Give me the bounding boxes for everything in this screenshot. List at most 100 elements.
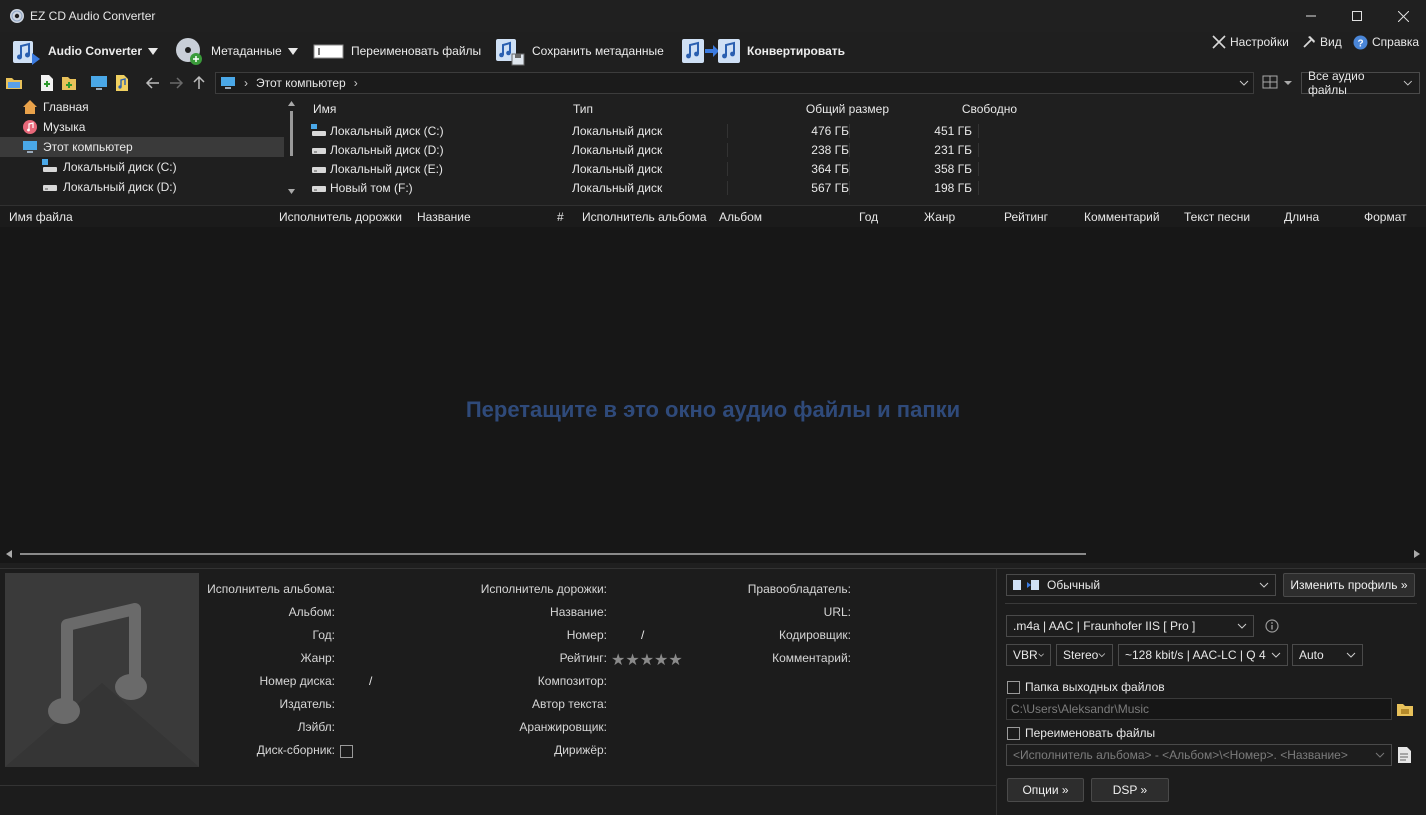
column-free[interactable]: Свободно xyxy=(889,102,1017,116)
sample-rate-select[interactable]: Auto xyxy=(1292,644,1363,666)
drive-icon xyxy=(312,185,326,192)
drive-row[interactable]: Локальный диск (E:) Локальный диск 364 Г… xyxy=(304,159,1426,178)
rename-files-checkbox[interactable] xyxy=(1007,726,1020,740)
rename-files-button[interactable]: Переименовать файлы xyxy=(313,32,481,70)
view-label: Вид xyxy=(1320,35,1342,49)
tree-item-home[interactable]: Главная xyxy=(0,97,300,117)
horizontal-scrollbar[interactable] xyxy=(6,549,1420,559)
rename-files-option[interactable]: Переименовать файлы xyxy=(1007,726,1155,740)
publisher-label: Издатель: xyxy=(279,697,336,711)
edit-pattern-icon[interactable] xyxy=(1397,746,1413,764)
channels-value: Stereo xyxy=(1063,648,1099,662)
dsp-button[interactable]: DSP » xyxy=(1091,778,1169,802)
app-cd-icon xyxy=(9,8,25,24)
output-folder-checkbox[interactable] xyxy=(1007,680,1020,694)
change-profile-button[interactable]: Изменить профиль » xyxy=(1283,573,1415,597)
breadcrumb-this-pc[interactable]: Этот компьютер xyxy=(256,76,346,90)
metadata-labels-col3: Правообладатель: URL: Кодировщик: Коммен… xyxy=(730,582,851,674)
compilation-checkbox[interactable] xyxy=(340,745,353,758)
chevron-down-icon xyxy=(1038,653,1044,657)
tree-item-music[interactable]: Музыка xyxy=(0,117,300,137)
view-mode-dropdown-icon[interactable] xyxy=(1284,79,1292,87)
codec-value: .m4a | AAC | Fraunhofer IIS [ Pro ] xyxy=(1013,619,1196,633)
compilation-label: Диск-сборник: xyxy=(256,743,335,757)
settings-tools-icon xyxy=(1212,35,1226,49)
close-button[interactable] xyxy=(1380,0,1426,32)
forward-arrow-icon[interactable] xyxy=(167,74,185,92)
tree-item-this-pc[interactable]: Этот компьютер xyxy=(0,137,284,157)
column-lyrics[interactable]: Текст песни xyxy=(1184,210,1250,224)
music-file-icon[interactable] xyxy=(113,74,131,92)
help-button[interactable]: ? Справка xyxy=(1353,32,1419,52)
view-mode-icon[interactable] xyxy=(1262,74,1280,92)
rating-stars[interactable]: ★★★★★ xyxy=(611,650,683,670)
maximize-button[interactable] xyxy=(1334,0,1380,32)
codec-info-icon[interactable] xyxy=(1265,619,1279,633)
save-metadata-label: Сохранить метаданные xyxy=(532,44,664,58)
column-total-size[interactable]: Общий размер xyxy=(728,102,889,116)
output-folder-field[interactable]: C:\Users\Aleksandr\Music xyxy=(1006,698,1392,720)
drive-total-size: 476 ГБ xyxy=(728,123,850,138)
track-artist-label: Исполнитель дорожки: xyxy=(480,582,607,596)
convert-button[interactable]: Конвертировать xyxy=(681,32,845,70)
column-file-name[interactable]: Имя файла xyxy=(9,210,73,224)
channels-select[interactable]: Stereo xyxy=(1056,644,1113,666)
column-length[interactable]: Длина xyxy=(1284,210,1319,224)
column-year[interactable]: Год xyxy=(859,210,878,224)
rename-pattern-select[interactable]: <Исполнитель альбома> - <Альбом>\<Номер>… xyxy=(1006,744,1392,766)
metadata-labels-col2: Исполнитель дорожки: Название: Номер: Ре… xyxy=(460,582,607,766)
profile-select[interactable]: Обычный xyxy=(1006,574,1276,596)
quality-select[interactable]: ~128 kbit/s | AAC-LC | Q 4 xyxy=(1118,644,1288,666)
tree-item-drive-c[interactable]: Локальный диск (C:) xyxy=(0,157,300,177)
file-filter-select[interactable]: Все аудио файлы xyxy=(1301,69,1420,97)
tree-item-drive-d[interactable]: Локальный диск (D:) xyxy=(0,177,300,197)
codec-select[interactable]: .m4a | AAC | Fraunhofer IIS [ Pro ] xyxy=(1006,615,1254,637)
arranger-label: Аранжировщик: xyxy=(519,720,607,734)
address-bar[interactable]: › Этот компьютер › xyxy=(215,72,1254,94)
column-album-artist[interactable]: Исполнитель альбома xyxy=(582,210,707,224)
column-title[interactable]: Название xyxy=(417,210,471,224)
drive-type: Локальный диск xyxy=(568,161,728,176)
audio-converter-menu-button[interactable]: Audio Converter xyxy=(10,32,159,70)
column-format[interactable]: Формат xyxy=(1364,210,1407,224)
drive-row[interactable]: Локальный диск (C:) Локальный диск 476 Г… xyxy=(304,121,1426,140)
view-button[interactable]: Вид xyxy=(1302,32,1342,52)
add-files-icon[interactable] xyxy=(38,74,56,92)
file-list-drop-area[interactable]: Перетащите в это окно аудио файлы и папк… xyxy=(0,227,1426,563)
comment-label: Комментарий: xyxy=(772,651,851,665)
computer-icon[interactable] xyxy=(90,74,108,92)
drive-list: Имя Тип Общий размер Свободно Локальный … xyxy=(304,97,1426,199)
album-art-placeholder[interactable] xyxy=(5,573,199,767)
open-folder-icon[interactable] xyxy=(5,74,23,92)
drive-row[interactable]: Локальный диск (D:) Локальный диск 238 Г… xyxy=(304,140,1426,159)
column-type[interactable]: Тип xyxy=(568,102,728,116)
settings-button[interactable]: Настройки xyxy=(1212,32,1289,52)
chevron-down-icon xyxy=(1098,653,1106,658)
drive-row[interactable]: Новый том (F:) Локальный диск 567 ГБ 198… xyxy=(304,178,1426,197)
up-arrow-icon[interactable] xyxy=(190,74,208,92)
drive-name-cell: Новый том (F:) xyxy=(304,181,568,195)
browse-folder-icon[interactable] xyxy=(1396,700,1414,718)
chevron-down-icon[interactable] xyxy=(1239,78,1249,88)
drop-hint-text: Перетащите в это окно аудио файлы и папк… xyxy=(465,397,961,422)
save-metadata-button[interactable]: Сохранить метаданные xyxy=(494,32,664,70)
column-genre[interactable]: Жанр xyxy=(924,210,955,224)
column-name[interactable]: Имя xyxy=(304,102,568,116)
column-track-number[interactable]: # xyxy=(557,210,564,224)
column-track-artist[interactable]: Исполнитель дорожки xyxy=(279,210,402,224)
audio-converter-label: Audio Converter xyxy=(48,44,143,58)
column-free-label: Свободно xyxy=(961,102,1017,116)
options-button[interactable]: Опции » xyxy=(1007,778,1084,802)
column-album[interactable]: Альбом xyxy=(719,210,762,224)
metadata-menu-button[interactable]: Метаданные xyxy=(173,32,298,70)
copyright-label: Правообладатель: xyxy=(747,582,851,596)
chevron-down-icon xyxy=(1271,652,1281,658)
tree-scrollbar[interactable] xyxy=(287,99,296,197)
column-comment[interactable]: Комментарий xyxy=(1084,210,1160,224)
bitrate-mode-select[interactable]: VBR xyxy=(1006,644,1051,666)
output-folder-option[interactable]: Папка выходных файлов xyxy=(1007,680,1165,694)
column-rating[interactable]: Рейтинг xyxy=(1004,210,1048,224)
add-folder-icon[interactable] xyxy=(60,74,78,92)
minimize-button[interactable] xyxy=(1288,0,1334,32)
back-arrow-icon[interactable] xyxy=(144,74,162,92)
